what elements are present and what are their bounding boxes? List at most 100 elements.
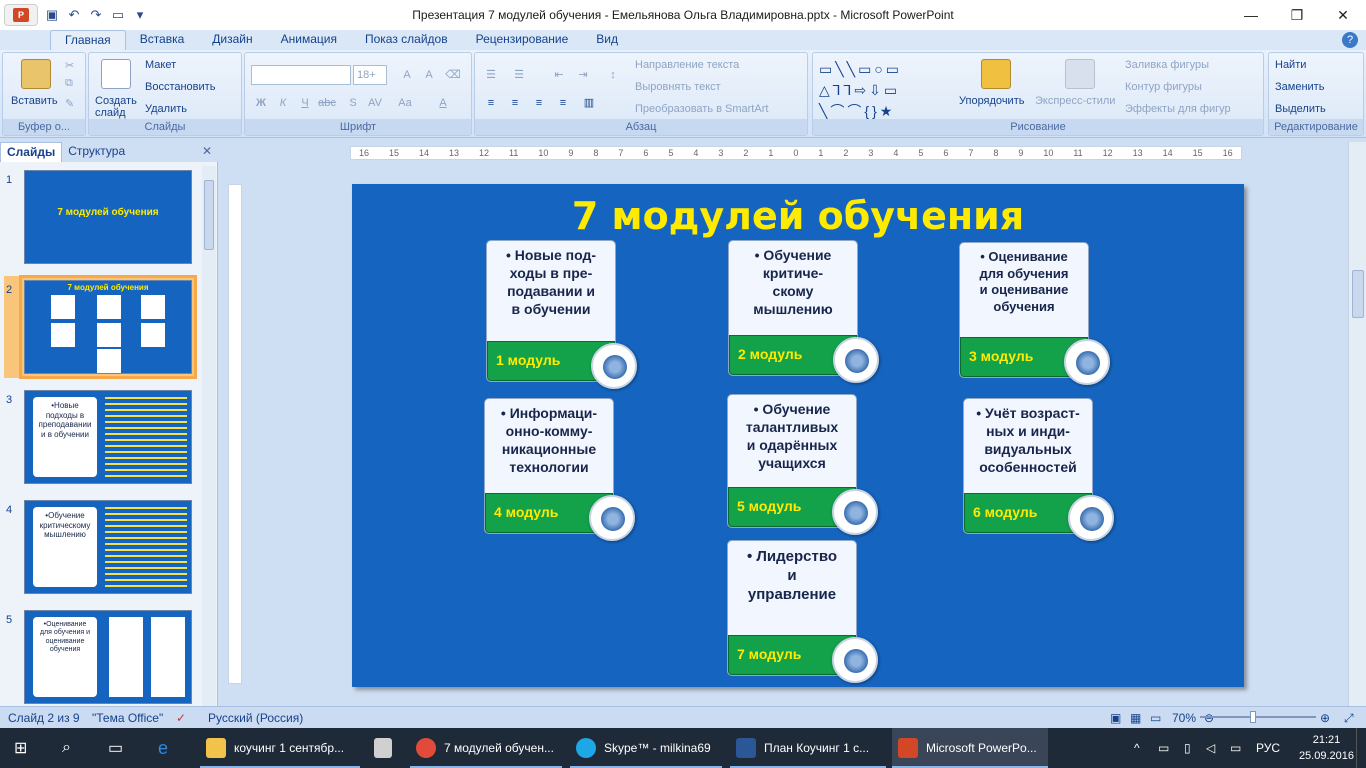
shape-effects-button[interactable]: Эффекты для фигур	[1125, 103, 1231, 115]
bullets-icon[interactable]: ☰	[481, 65, 501, 83]
slide-thumbnail-5[interactable]: •Оценивание для обучения и оценивание об…	[24, 610, 192, 704]
arrange-button[interactable]: Упорядочить	[959, 95, 1024, 107]
normal-view-icon[interactable]: ▣	[1110, 711, 1121, 725]
zoom-level[interactable]: 70%	[1172, 711, 1196, 725]
zoom-slider[interactable]	[1200, 716, 1316, 718]
module-card-5[interactable]: • Обучение талантливых и одарённых учащи…	[727, 394, 878, 535]
volume-icon[interactable]: ◁	[1206, 728, 1215, 768]
task-view-icon[interactable]: ▭	[108, 728, 123, 768]
bold-button[interactable]: Ж	[251, 93, 271, 111]
close-pane-icon[interactable]: ✕	[202, 144, 212, 158]
chevron-up-icon[interactable]: ^	[1134, 728, 1140, 768]
power-icon[interactable]: ▯	[1184, 728, 1191, 768]
increase-indent-icon[interactable]: ⇥	[573, 65, 593, 83]
format-painter-icon[interactable]: ✎	[65, 97, 74, 110]
fit-slide-icon[interactable]: ⤢	[1344, 711, 1354, 726]
tab-review[interactable]: Рецензирование	[462, 30, 583, 50]
minimize-icon[interactable]: —	[1228, 0, 1274, 30]
module-card-3[interactable]: • Оценивание для обучения и оценивание о…	[959, 242, 1110, 385]
align-left-icon[interactable]: ≡	[481, 93, 501, 111]
font-size-input[interactable]: 18+	[353, 65, 387, 85]
clear-format-icon[interactable]: ⌫	[443, 65, 463, 83]
smartart-button[interactable]: Преобразовать в SmartArt	[635, 103, 768, 115]
new-slide-button[interactable]: Создать слайд	[95, 95, 139, 119]
font-color-button[interactable]: A	[433, 93, 453, 111]
tab-insert[interactable]: Вставка	[126, 30, 199, 50]
find-button[interactable]: Найти	[1275, 59, 1306, 71]
shape-outline-button[interactable]: Контур фигуры	[1125, 81, 1202, 93]
theme-name[interactable]: "Тема Office"	[92, 711, 163, 725]
char-spacing-button[interactable]: AV	[365, 93, 385, 111]
shadow-button[interactable]: S	[343, 93, 363, 111]
language[interactable]: Русский (Россия)	[208, 711, 303, 725]
message-icon[interactable]: ▭	[1230, 728, 1241, 768]
zoom-in-icon[interactable]: ⊕	[1320, 711, 1330, 725]
spellcheck-icon[interactable]: ✓	[176, 711, 186, 725]
layout-button[interactable]: Макет	[145, 59, 176, 71]
change-case-button[interactable]: Aa	[395, 93, 415, 111]
start-icon[interactable]: ⊞	[14, 728, 27, 768]
align-center-icon[interactable]: ≡	[505, 93, 525, 111]
network-icon[interactable]: ▭	[1158, 728, 1169, 768]
store-icon[interactable]	[368, 728, 400, 768]
strikethrough-button[interactable]: abc	[317, 93, 337, 111]
paste-button[interactable]: Вставить	[11, 95, 58, 107]
taskbar-item-skype[interactable]: Skype™ - milkina69	[570, 728, 722, 768]
module-card-1[interactable]: • Новые под- ходы в пре- подавании и в о…	[486, 240, 637, 389]
cut-icon[interactable]: ✂	[65, 59, 74, 72]
help-icon[interactable]: ?	[1342, 32, 1358, 48]
tab-slideshow[interactable]: Показ слайдов	[351, 30, 462, 50]
slide-title[interactable]: 7 модулей обучения	[352, 194, 1244, 238]
tab-animation[interactable]: Анимация	[267, 30, 351, 50]
taskbar-item-powerpoint[interactable]: Microsoft PowerPo...	[892, 728, 1048, 768]
module-card-6[interactable]: • Учёт возраст- ных и инди- видуальных о…	[963, 398, 1114, 541]
quick-styles-button[interactable]: Экспресс-стили	[1035, 95, 1115, 107]
show-desktop[interactable]	[1356, 728, 1366, 768]
underline-button[interactable]: Ч	[295, 93, 315, 111]
taskbar-item-word[interactable]: План Коучинг 1 с...	[730, 728, 886, 768]
tab-view[interactable]: Вид	[582, 30, 632, 50]
module-card-7[interactable]: • Лидерство и управление 7 модуль	[727, 540, 878, 683]
taskbar-item-explorer[interactable]: коучинг 1 сентябр...	[200, 728, 360, 768]
sorter-view-icon[interactable]: ▦	[1130, 711, 1141, 725]
zoom-slider-handle[interactable]	[1250, 711, 1256, 723]
justify-icon[interactable]: ≡	[553, 93, 573, 111]
decrease-indent-icon[interactable]: ⇤	[549, 65, 569, 83]
slide[interactable]: 7 модулей обучения • Новые под- ходы в п…	[352, 184, 1244, 687]
reset-button[interactable]: Восстановить	[145, 81, 215, 93]
align-right-icon[interactable]: ≡	[529, 93, 549, 111]
close-icon[interactable]: ✕	[1320, 0, 1366, 30]
italic-button[interactable]: К	[273, 93, 293, 111]
module-card-4[interactable]: • Информаци- онно-комму- никационные тех…	[484, 398, 635, 541]
shapes-gallery[interactable]: ▭╲╲▭○▭ △⅂⅂⇨⇩▭ ╲⌒⌒{}★	[819, 59, 943, 123]
slideshow-view-icon[interactable]: ▭	[1150, 711, 1161, 725]
numbering-icon[interactable]: ☰	[509, 65, 529, 83]
columns-icon[interactable]: ▥	[579, 93, 599, 111]
tab-slides[interactable]: Слайды	[0, 142, 63, 162]
zoom-out-icon[interactable]: ⊖	[1204, 711, 1214, 725]
copy-icon[interactable]: ⧉	[65, 77, 73, 90]
module-card-2[interactable]: • Обучение критиче- скому мышлению 2 мод…	[728, 240, 879, 383]
tab-home[interactable]: Главная	[50, 30, 126, 50]
line-spacing-icon[interactable]: ↕	[603, 65, 623, 83]
slide-thumbnail-2[interactable]: 7 модулей обучения	[19, 275, 197, 379]
edge-icon[interactable]: e	[158, 728, 168, 768]
replace-button[interactable]: Заменить	[1275, 81, 1324, 93]
delete-slide-button[interactable]: Удалить	[145, 103, 187, 115]
shrink-font-icon[interactable]: A	[419, 65, 439, 83]
slide-thumbnail-3[interactable]: •Новые подходы в преподавании и в обучен…	[24, 390, 192, 484]
text-direction-button[interactable]: Направление текста	[635, 59, 739, 71]
grow-font-icon[interactable]: A	[397, 65, 417, 83]
search-icon[interactable]: ⌕	[62, 728, 71, 768]
editor-scrollbar[interactable]	[1348, 142, 1366, 706]
slide-thumbnail-1[interactable]: 7 модулей обучения	[24, 170, 192, 264]
font-name-input[interactable]	[251, 65, 351, 85]
input-language[interactable]: РУС	[1256, 728, 1280, 768]
select-button[interactable]: Выделить	[1275, 103, 1326, 115]
shape-fill-button[interactable]: Заливка фигуры	[1125, 59, 1209, 71]
tab-design[interactable]: Дизайн	[198, 30, 266, 50]
clock[interactable]: 21:21 25.09.2016	[1299, 732, 1354, 764]
tab-outline[interactable]: Структура	[62, 142, 131, 162]
pane-scrollbar[interactable]	[202, 166, 216, 706]
align-text-button[interactable]: Выровнять текст	[635, 81, 721, 93]
